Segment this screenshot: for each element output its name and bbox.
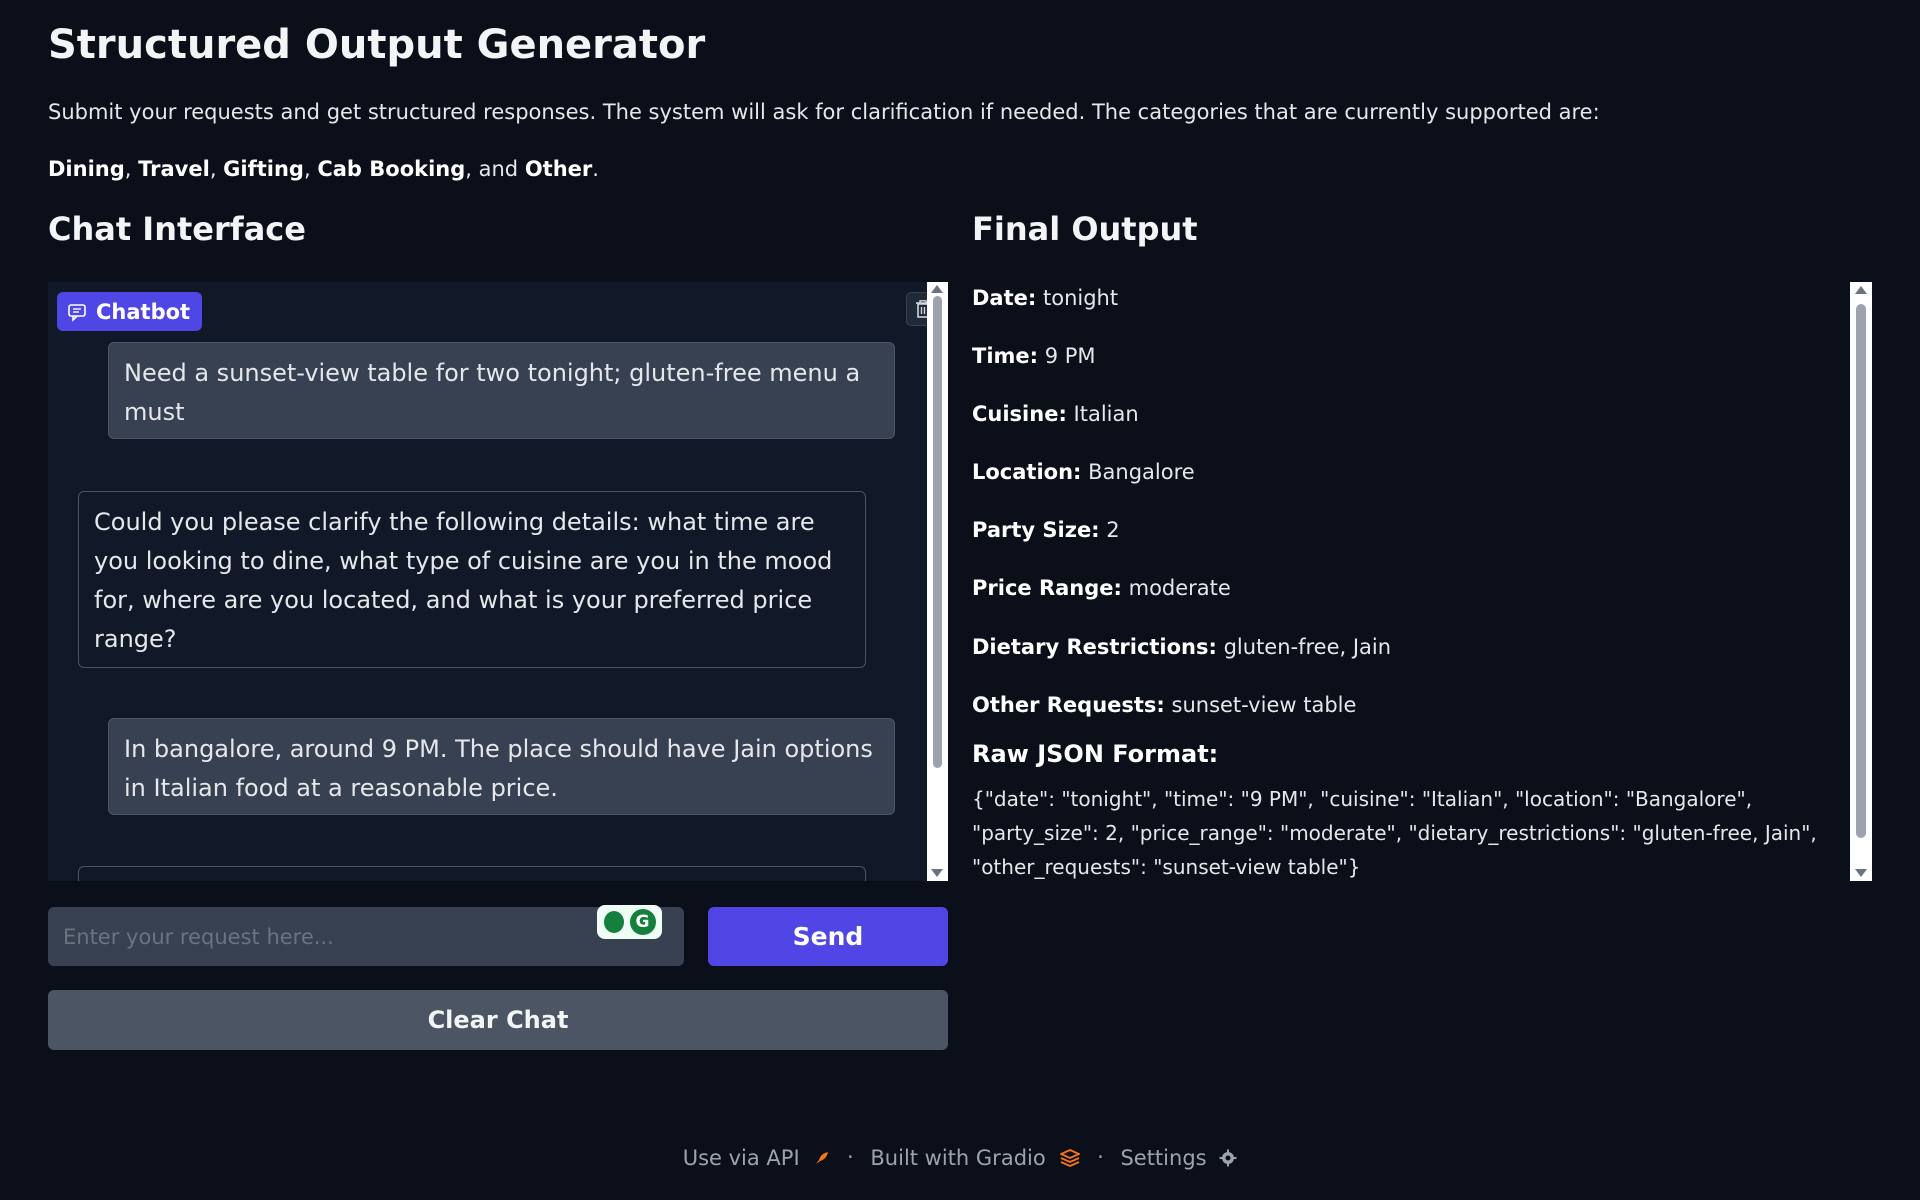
category-gifting: Gifting	[223, 157, 304, 181]
category-travel: Travel	[138, 157, 210, 181]
settings-link[interactable]: Settings	[1120, 1145, 1237, 1170]
field-value: 2	[1106, 518, 1120, 542]
scroll-up-arrow[interactable]	[931, 285, 943, 293]
output-field-price-range: Price Range: moderate	[972, 576, 1231, 600]
category-other: Other	[524, 157, 593, 181]
output-scrollbar[interactable]	[1850, 282, 1872, 881]
rocket-icon	[816, 1151, 829, 1164]
chat-bubble-icon	[68, 303, 86, 322]
lightbulb-icon[interactable]	[603, 911, 624, 933]
footer-separator: ·	[847, 1145, 854, 1169]
user-message: In bangalore, around 9 PM. The place sho…	[108, 718, 895, 815]
scroll-thumb[interactable]	[933, 296, 942, 768]
scroll-down-arrow[interactable]	[1855, 869, 1867, 877]
output-field-cuisine: Cuisine: Italian	[972, 402, 1139, 426]
chatbot-panel[interactable]: Chatbot Need a sunset-view table for two…	[48, 282, 948, 881]
chat-scrollbar[interactable]	[927, 282, 948, 881]
page-title: Structured Output Generator	[48, 22, 706, 68]
clear-chat-button[interactable]: Clear Chat	[48, 990, 948, 1050]
use-via-api-link[interactable]: Use via API	[683, 1145, 831, 1170]
categories-joiner: , and	[465, 157, 525, 181]
grammarly-icon[interactable]: G	[629, 909, 656, 935]
field-value: tonight	[1042, 286, 1119, 310]
request-input-wrapper: G	[48, 905, 684, 966]
field-value: sunset-view table	[1171, 693, 1357, 717]
chatbot-badge: Chatbot	[57, 292, 203, 331]
field-value: Bangalore	[1088, 460, 1195, 484]
raw-json-title: Raw JSON Format:	[972, 740, 1219, 768]
categories-line: Dining, Travel, Gifting, Cab Booking, an…	[48, 157, 599, 181]
built-with-gradio-link[interactable]: Built with Gradio	[870, 1145, 1081, 1170]
chatbot-badge-label: Chatbot	[96, 299, 191, 324]
field-label: Location:	[972, 460, 1082, 484]
field-label: Price Range:	[972, 576, 1122, 600]
send-button[interactable]: Send	[708, 907, 948, 966]
scroll-up-arrow[interactable]	[1855, 286, 1867, 294]
settings-link-label: Settings	[1120, 1145, 1207, 1170]
field-label: Time:	[972, 344, 1039, 368]
user-message: Need a sunset-view table for two tonight…	[108, 342, 895, 439]
output-field-time: Time: 9 PM	[972, 344, 1096, 368]
output-field-party-size: Party Size: 2	[972, 518, 1120, 542]
field-value: Italian	[1073, 402, 1139, 426]
field-label: Cuisine:	[972, 402, 1067, 426]
output-heading: Final Output	[972, 210, 1198, 248]
output-column: Final Output Date: tonight Time: 9 PM Cu…	[972, 210, 1872, 881]
bot-message: Could you please clarify the following d…	[78, 491, 866, 668]
chat-column: Chat Interface Chatbot Need a sunset-vie…	[48, 210, 948, 1050]
output-field-date: Date: tonight	[972, 286, 1118, 310]
field-value: moderate	[1128, 576, 1231, 600]
field-value: gluten-free, Jain	[1223, 635, 1392, 659]
request-input[interactable]	[48, 907, 684, 966]
category-cab-booking: Cab Booking	[317, 157, 466, 181]
output-field-other-requests: Other Requests: sunset-view table	[972, 693, 1356, 717]
gradio-logo-icon	[1060, 1148, 1081, 1167]
category-dining: Dining	[48, 157, 125, 181]
field-label: Dietary Restrictions:	[972, 635, 1217, 659]
output-field-dietary: Dietary Restrictions: gluten-free, Jain	[972, 635, 1391, 659]
api-link-label: Use via API	[682, 1145, 800, 1170]
field-label: Date:	[972, 286, 1037, 310]
gear-icon	[1219, 1149, 1237, 1166]
categories-end: .	[592, 157, 599, 181]
field-label: Other Requests:	[972, 693, 1165, 717]
bot-message	[78, 866, 866, 881]
extension-icons[interactable]: G	[597, 905, 662, 939]
footer-separator: ·	[1097, 1145, 1104, 1169]
chat-heading: Chat Interface	[48, 210, 306, 248]
final-output-panel: Date: tonight Time: 9 PM Cuisine: Italia…	[972, 282, 1872, 881]
scroll-thumb[interactable]	[1856, 304, 1866, 838]
intro-text: Submit your requests and get structured …	[48, 100, 1600, 124]
field-value: 9 PM	[1044, 344, 1096, 368]
output-field-location: Location: Bangalore	[972, 460, 1195, 484]
scroll-down-arrow[interactable]	[931, 869, 943, 877]
raw-json-text: {"date": "tonight", "time": "9 PM", "cui…	[972, 787, 1817, 879]
gradio-link-label: Built with Gradio	[870, 1145, 1046, 1170]
footer: Use via API · Built with Gradio · Settin…	[0, 1144, 1920, 1170]
field-label: Party Size:	[972, 518, 1100, 542]
